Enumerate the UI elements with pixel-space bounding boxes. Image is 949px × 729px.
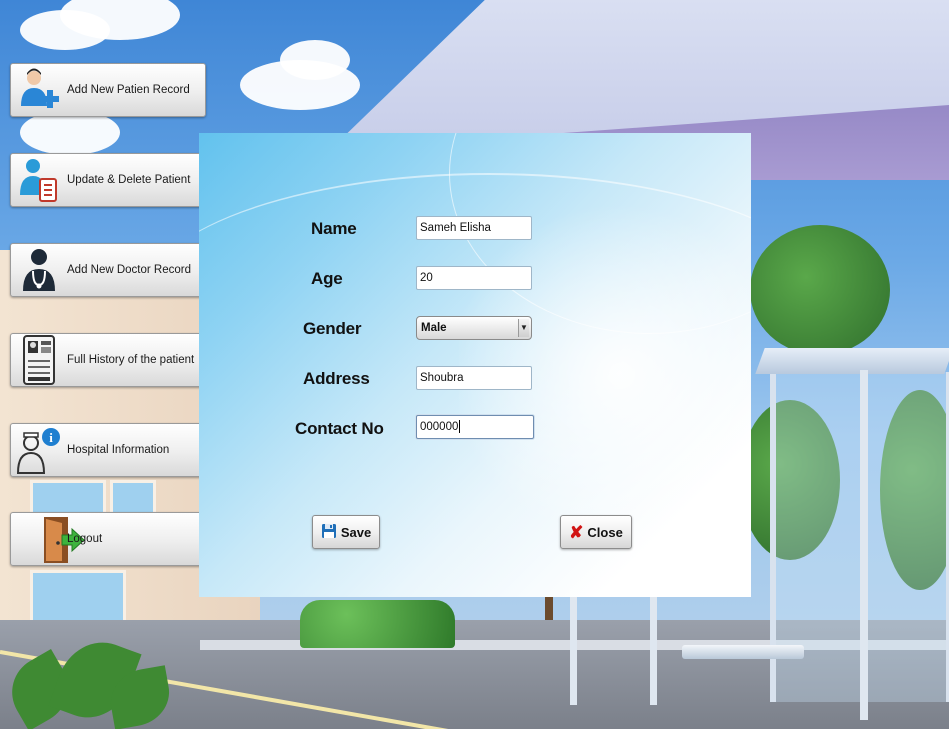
save-button[interactable]: Save bbox=[312, 515, 380, 549]
address-field[interactable]: Shoubra bbox=[416, 366, 532, 390]
contact-no-value: 000000 bbox=[420, 421, 459, 433]
name-field[interactable]: Sameh Elisha bbox=[416, 216, 532, 240]
update-delete-patient-button[interactable]: Update & Delete Patient bbox=[10, 153, 206, 207]
doctor-icon bbox=[11, 243, 67, 297]
close-button[interactable]: ✘ Close bbox=[560, 515, 632, 549]
age-label: Age bbox=[311, 269, 343, 288]
add-patient-icon bbox=[11, 63, 67, 117]
floppy-disk-icon bbox=[321, 523, 337, 542]
contact-no-field[interactable]: 000000 bbox=[416, 415, 534, 439]
patient-form-dialog: Name Sameh Elisha Age 20 Gender Male ▼ A… bbox=[199, 133, 751, 597]
gender-selected-value: Male bbox=[421, 322, 447, 334]
close-label: Close bbox=[587, 524, 623, 540]
sidebar-item-label: Hospital Information bbox=[67, 444, 170, 456]
gender-label: Gender bbox=[303, 319, 362, 338]
patient-history-button[interactable]: Full History of the patient bbox=[10, 333, 206, 387]
hospital-information-button[interactable]: i Hospital Information bbox=[10, 423, 206, 477]
update-patient-icon bbox=[11, 153, 67, 207]
sidebar-item-label: Add New Patien Record bbox=[67, 84, 190, 96]
svg-text:i: i bbox=[49, 430, 53, 445]
address-label: Address bbox=[303, 369, 370, 388]
dropdown-arrow-icon[interactable]: ▼ bbox=[518, 319, 529, 337]
sidebar-item-label: Update & Delete Patient bbox=[67, 174, 191, 186]
sidebar-item-label: Full History of the patient bbox=[67, 354, 195, 366]
sidebar-item-label: Add New Doctor Record bbox=[67, 264, 191, 276]
age-field[interactable]: 20 bbox=[416, 266, 532, 290]
save-label: Save bbox=[340, 524, 372, 540]
name-label: Name bbox=[311, 219, 357, 238]
hospital-info-icon: i bbox=[11, 423, 67, 477]
patient-history-icon bbox=[11, 333, 67, 387]
contact-no-label: Contact No bbox=[295, 419, 384, 438]
add-patient-record-button[interactable]: Add New Patien Record bbox=[10, 63, 206, 117]
sidebar-item-label: Logout bbox=[67, 533, 103, 545]
text-caret bbox=[459, 420, 461, 434]
add-doctor-record-button[interactable]: Add New Doctor Record bbox=[10, 243, 206, 297]
gender-select[interactable]: Male ▼ bbox=[416, 316, 532, 340]
close-x-icon: ✘ bbox=[569, 522, 584, 542]
logout-button[interactable]: Logout bbox=[10, 512, 206, 566]
